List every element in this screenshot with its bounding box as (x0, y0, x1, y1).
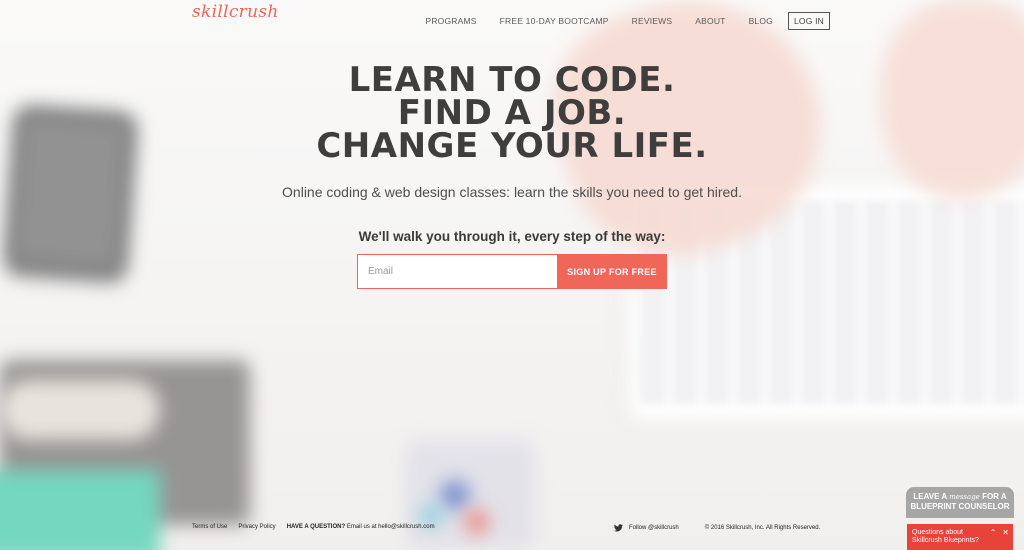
main-nav: PROGRAMS FREE 10-DAY BOOTCAMP REVIEWS AB… (402, 12, 830, 30)
signup-form: SIGN UP FOR FREE (357, 254, 667, 289)
signup-prompt: We'll walk you through it, every step of… (358, 229, 666, 244)
login-button[interactable]: LOG IN (787, 12, 830, 30)
chat-question-line-2: Skillcrush Blueprints? (912, 537, 979, 544)
headline-line-3: CHANGE YOUR LIFE. (316, 126, 708, 166)
footer-links: Terms of Use Privacy Policy HAVE A QUEST… (192, 524, 435, 530)
email-input[interactable] (357, 254, 557, 289)
nav-item-about[interactable]: ABOUT (695, 16, 725, 26)
twitter-link[interactable]: Follow @skillcrush (629, 525, 679, 531)
nav-item-programs[interactable]: PROGRAMS (425, 16, 476, 26)
chat-leave-message-tab[interactable]: LEAVE A message FOR A BLUEPRINT COUNSELO… (906, 487, 1014, 518)
contact-text: HAVE A QUESTION? Email us at hello@skill… (287, 524, 435, 530)
nav-item-blog[interactable]: BLOG (749, 16, 773, 26)
chat-counselor-text: BLUEPRINT COUNSELOR (910, 502, 1010, 511)
terms-link[interactable]: Terms of Use (192, 524, 227, 530)
close-icon[interactable]: ✕ (1002, 529, 1009, 537)
twitter-icon[interactable] (614, 524, 623, 532)
chat-leave-text: LEAVE A (913, 492, 947, 501)
footer-right: Follow @skillcrush © 2016 Skillcrush, In… (614, 524, 820, 532)
hero-headline: LEARN TO CODE. FIND A JOB. CHANGE YOUR L… (0, 63, 1024, 166)
nav-item-bootcamp[interactable]: FREE 10-DAY BOOTCAMP (500, 16, 609, 26)
question-label: HAVE A QUESTION? (286, 524, 346, 530)
chat-for-text: FOR A (982, 492, 1007, 501)
hero-subtitle: Online coding & web design classes: lear… (282, 184, 742, 200)
chat-bar[interactable]: Questions about Skillcrush Blueprints? ⌃… (907, 524, 1013, 550)
chat-message-word: message (949, 493, 980, 501)
copyright: © 2016 Skillcrush, Inc. All Rights Reser… (704, 525, 821, 531)
logo[interactable]: skillcrush (192, 2, 279, 22)
chevron-up-icon[interactable]: ⌃ (990, 529, 997, 537)
signup-button[interactable]: SIGN UP FOR FREE (557, 254, 667, 289)
nav-item-reviews[interactable]: REVIEWS (632, 16, 673, 26)
contact-email[interactable]: Email us at hello@skillcrush.com (347, 524, 435, 530)
privacy-link[interactable]: Privacy Policy (238, 524, 275, 530)
